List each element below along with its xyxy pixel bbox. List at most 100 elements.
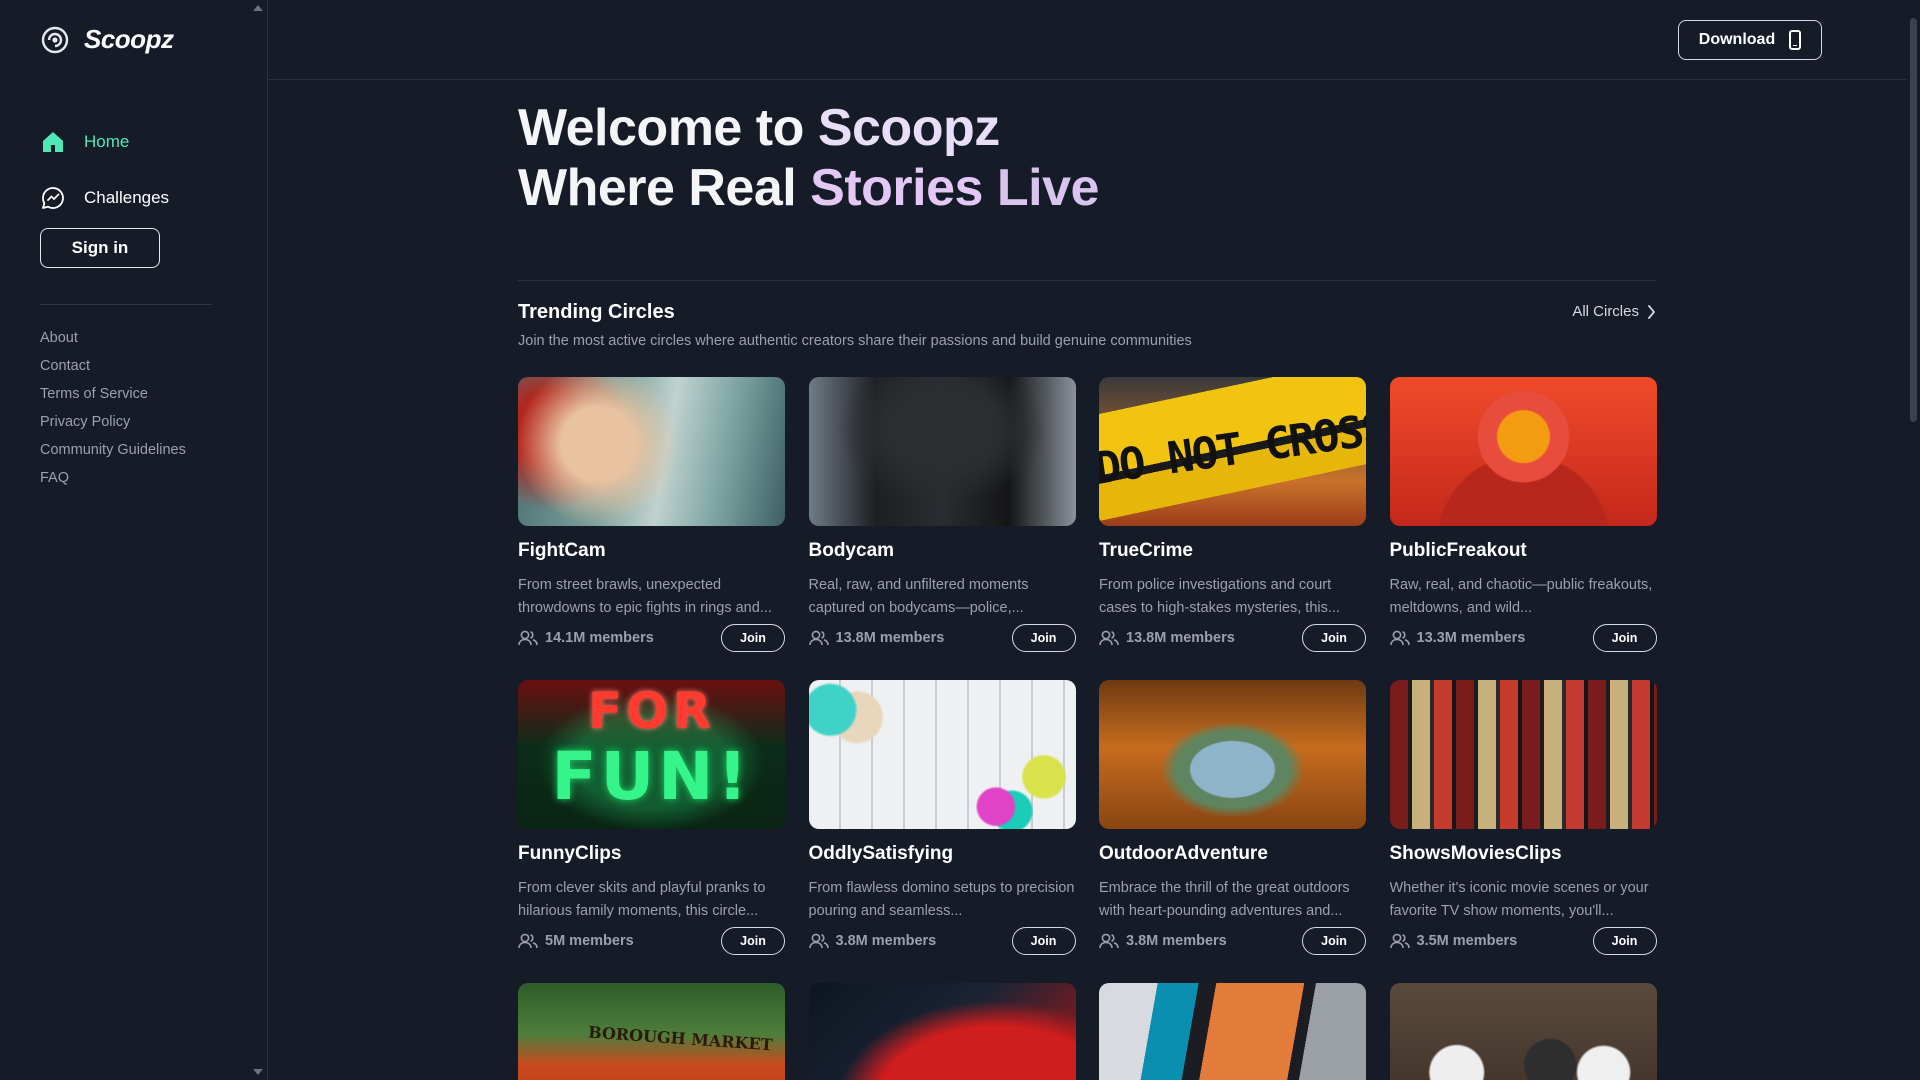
join-button[interactable]: Join — [1302, 624, 1366, 652]
member-count-text: 3.8M members — [1126, 933, 1227, 949]
circle-thumbnail[interactable] — [1389, 377, 1657, 526]
section-divider — [518, 280, 1656, 281]
member-count: 3.5M members — [1389, 933, 1518, 949]
sign-in-button[interactable]: Sign in — [40, 228, 160, 268]
circle-card[interactable]: OddlySatisfying From flawless domino set… — [808, 680, 1076, 956]
footer-link-privacy[interactable]: Privacy Policy — [40, 411, 186, 439]
sidebar-scroll-down-arrow[interactable] — [253, 1069, 263, 1075]
sidebar-divider — [40, 304, 212, 305]
circle-card[interactable]: BOROUGH MARKET — [518, 983, 785, 1080]
circle-footer: 3.8M members Join — [808, 926, 1076, 956]
circle-thumbnail[interactable] — [1389, 680, 1657, 829]
brand-logo[interactable]: Scoopz — [40, 24, 174, 55]
sidebar-item-label: Challenges — [84, 188, 170, 207]
circle-description: From clever skits and playful pranks to … — [518, 880, 766, 919]
circle-card[interactable] — [1099, 983, 1366, 1080]
sidebar-item-label: Home — [84, 132, 130, 151]
circle-footer: 3.8M members Join — [1099, 926, 1366, 956]
circle-thumbnail[interactable] — [518, 377, 785, 526]
all-circles-label: All Circles — [1572, 303, 1639, 320]
join-button[interactable]: Join — [1011, 927, 1076, 955]
brand-name: Scoopz — [84, 24, 174, 54]
circle-description: From street brawls, unexpected throwdown… — [518, 577, 772, 616]
circle-card[interactable]: OutdoorAdventure Embrace the thrill of t… — [1099, 680, 1366, 956]
circle-card[interactable]: ShowsMoviesClips Whether it's iconic mov… — [1389, 680, 1657, 956]
scoopz-logo-icon — [41, 26, 69, 53]
users-icon — [518, 933, 538, 949]
circle-thumbnail[interactable]: BOROUGH MARKET — [518, 983, 785, 1080]
users-icon — [808, 630, 829, 646]
circle-thumbnail[interactable] — [1389, 983, 1657, 1080]
circle-thumbnail[interactable]: DO NOT CROSS POLI — [1099, 377, 1366, 526]
section-title: Trending Circles — [518, 301, 675, 323]
member-count-text: 13.8M members — [835, 630, 945, 646]
circle-name[interactable]: OddlySatisfying — [809, 843, 1076, 865]
join-button[interactable]: Join — [721, 624, 785, 652]
sidebar-scroll-up-arrow[interactable] — [253, 5, 263, 11]
circle-card[interactable] — [808, 983, 1076, 1080]
member-count: 13.3M members — [1389, 630, 1526, 646]
all-circles-link[interactable]: All Circles — [1572, 303, 1656, 320]
circle-thumbnail[interactable] — [1099, 983, 1366, 1080]
hero-line2-text: Where Real — [518, 159, 811, 217]
circle-footer: 3.5M members Join — [1389, 926, 1657, 956]
circle-description: Embrace the thrill of the great outdoors… — [1099, 880, 1350, 919]
sidebar-nav: Home Challenges — [40, 114, 169, 226]
circle-name[interactable]: ShowsMoviesClips — [1390, 843, 1657, 865]
circle-card[interactable]: FOR FUN! FunnyClips From clever skits an… — [518, 680, 785, 956]
footer-link-guidelines[interactable]: Community Guidelines — [40, 439, 186, 467]
users-icon — [1389, 933, 1410, 949]
footer-link-faq[interactable]: FAQ — [40, 467, 186, 495]
hero: Welcome to Scoopz Where Real Stories Liv… — [518, 98, 1656, 218]
join-button[interactable]: Join — [721, 927, 785, 955]
member-count: 3.8M members — [1099, 933, 1227, 949]
hero-line1-highlight: Scoopz — [817, 99, 1000, 157]
circle-name[interactable]: FunnyClips — [518, 843, 785, 865]
trending-chart-icon — [40, 185, 66, 211]
circle-name[interactable]: OutdoorAdventure — [1099, 843, 1366, 865]
thumbnail-caption: BOROUGH MARKET — [587, 1022, 774, 1055]
member-count-text: 13.3M members — [1416, 630, 1526, 646]
circle-thumbnail[interactable] — [808, 983, 1076, 1080]
page-scrollbar[interactable] — [1906, 0, 1920, 1080]
join-button[interactable]: Join — [1302, 927, 1366, 955]
thumbnail-caption: DO NOT CROSS POLI — [1099, 386, 1366, 495]
member-count: 13.8M members — [808, 630, 945, 646]
join-button[interactable]: Join — [1592, 927, 1657, 955]
home-icon — [40, 129, 66, 155]
circle-name[interactable]: FightCam — [518, 540, 785, 562]
page-scrollbar-thumb[interactable] — [1910, 18, 1917, 422]
member-count: 14.1M members — [518, 630, 654, 646]
footer-links: About Contact Terms of Service Privacy P… — [40, 327, 186, 495]
circle-card[interactable] — [1389, 983, 1657, 1080]
hero-line2-highlight-end: Live — [996, 159, 1100, 217]
download-label: Download — [1698, 31, 1776, 48]
footer-link-about[interactable]: About — [40, 327, 186, 355]
member-count-text: 3.5M members — [1416, 933, 1518, 949]
sidebar-item-challenges[interactable]: Challenges — [40, 170, 169, 226]
circle-name[interactable]: Bodycam — [809, 540, 1076, 562]
join-button[interactable]: Join — [1592, 624, 1657, 652]
thumbnail-caption: FOR — [587, 682, 716, 740]
circle-footer: 13.3M members Join — [1389, 623, 1657, 653]
sidebar-item-home[interactable]: Home — [40, 114, 169, 170]
circle-card[interactable]: FightCam From street brawls, unexpected … — [518, 377, 785, 653]
section-subtitle: Join the most active circles where authe… — [518, 333, 1192, 349]
users-icon — [808, 933, 829, 949]
circle-thumbnail[interactable] — [1099, 680, 1366, 829]
download-button[interactable]: Download — [1678, 20, 1822, 60]
circle-name[interactable]: TrueCrime — [1099, 540, 1366, 562]
circle-card[interactable]: Bodycam Real, raw, and unfiltered moment… — [808, 377, 1076, 653]
section-header: Trending Circles Join the most active ci… — [518, 301, 1656, 361]
circle-name[interactable]: PublicFreakout — [1390, 540, 1657, 562]
circle-card[interactable]: PublicFreakout Raw, real, and chaotic—pu… — [1389, 377, 1657, 653]
circle-card[interactable]: DO NOT CROSS POLI TrueCrime From police … — [1099, 377, 1366, 653]
circle-thumbnail[interactable] — [808, 377, 1076, 526]
join-button[interactable]: Join — [1011, 624, 1076, 652]
footer-link-contact[interactable]: Contact — [40, 355, 186, 383]
footer-link-terms[interactable]: Terms of Service — [40, 383, 186, 411]
circle-footer: 13.8M members Join — [808, 623, 1076, 653]
circle-thumbnail[interactable]: FOR FUN! — [518, 680, 785, 829]
hero-line1-text: Welcome to — [518, 99, 818, 157]
circle-thumbnail[interactable] — [808, 680, 1076, 829]
